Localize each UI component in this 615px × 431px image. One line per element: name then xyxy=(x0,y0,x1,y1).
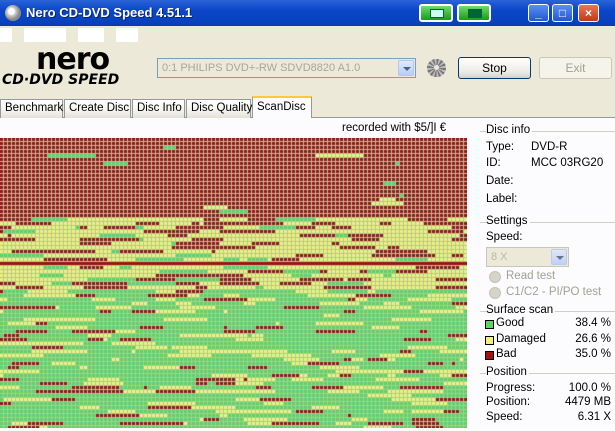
read-test-radio[interactable] xyxy=(489,271,501,283)
disc-info-title: Disc info xyxy=(486,124,533,136)
nero-logo: nero CD·DVD SPEED xyxy=(2,42,152,90)
disc-date-label: Date: xyxy=(486,175,514,187)
settings-title: Settings xyxy=(486,215,530,227)
c1c2-test-radio[interactable] xyxy=(489,287,501,299)
speed-setting-label: Speed: xyxy=(486,231,523,243)
menu-item[interactable] xyxy=(0,28,12,42)
chevron-down-icon xyxy=(403,67,411,71)
maximize-icon: □ xyxy=(558,6,567,20)
progress-label: Progress: xyxy=(486,382,536,394)
exit-button[interactable]: Exit xyxy=(539,57,612,79)
position-title: Position xyxy=(486,366,529,378)
floppy-save-icon xyxy=(468,9,482,18)
current-speed-label: Speed: xyxy=(486,411,523,423)
surface-scan-map xyxy=(0,138,467,428)
menu-item[interactable] xyxy=(24,28,66,42)
speed-dropdown-button[interactable] xyxy=(551,249,567,265)
logo-product: CD·DVD SPEED xyxy=(2,72,120,88)
bad-value: 35.0 % xyxy=(575,348,611,360)
speed-select-value: 8 X xyxy=(491,251,508,263)
tab-benchmark[interactable]: Benchmark xyxy=(0,99,63,118)
eject-button[interactable] xyxy=(424,56,450,80)
copy-icon xyxy=(430,9,444,18)
good-value: 38.4 % xyxy=(575,317,611,329)
drive-select-value: 0:1 PHILIPS DVD+-RW SDVD8820 A1.0 xyxy=(162,62,361,74)
tab-create-disc[interactable]: Create Disc xyxy=(64,99,131,118)
current-speed-value: 6.31 X xyxy=(577,411,611,423)
maximize-button[interactable]: □ xyxy=(552,4,573,22)
surface-scan-title: Surface scan xyxy=(486,304,556,316)
damaged-swatch xyxy=(485,336,494,345)
menu-item[interactable] xyxy=(116,28,138,42)
good-label: Good xyxy=(496,317,525,329)
bad-swatch xyxy=(485,351,494,360)
read-test-label: Read test xyxy=(506,270,556,282)
recorded-with-label: recorded with $5/]I € xyxy=(342,122,447,134)
disc-icon xyxy=(427,59,446,77)
disc-id-label: ID: xyxy=(486,157,501,169)
bad-label: Bad xyxy=(496,348,517,360)
app-disc-icon xyxy=(5,5,21,21)
title-bar: Nero CD-DVD Speed 4.51.1 _ □ × xyxy=(0,0,615,26)
disc-label-label: Label: xyxy=(486,193,518,205)
minimize-icon: _ xyxy=(535,6,542,20)
good-swatch xyxy=(485,320,494,329)
tab-disc-info[interactable]: Disc Info xyxy=(132,99,185,118)
close-icon: × xyxy=(584,6,592,20)
copy-screenshot-button[interactable] xyxy=(419,4,453,22)
close-button[interactable]: × xyxy=(578,4,599,22)
stop-button[interactable]: Stop xyxy=(458,57,531,79)
tab-scandisc[interactable]: ScanDisc xyxy=(252,96,312,118)
drive-select[interactable]: 0:1 PHILIPS DVD+-RW SDVD8820 A1.0 xyxy=(157,58,416,78)
position-value: 4479 MB xyxy=(564,396,611,408)
chevron-down-icon xyxy=(556,256,564,260)
disc-type-value: DVD-R xyxy=(531,141,568,153)
menu-item[interactable] xyxy=(78,28,104,42)
tab-strip: Benchmark Create Disc Disc Info Disc Qua… xyxy=(0,96,615,118)
c1c2-test-label: C1/C2 - PI/PO test xyxy=(506,286,602,298)
window-title: Nero CD-DVD Speed 4.51.1 xyxy=(26,5,193,20)
disc-id-value: MCC 03RG20 xyxy=(531,157,604,169)
speed-select[interactable]: 8 X xyxy=(486,247,569,267)
tab-disc-quality[interactable]: Disc Quality xyxy=(186,99,252,118)
damaged-label: Damaged xyxy=(496,333,546,345)
minimize-button[interactable]: _ xyxy=(528,4,549,22)
scan-grid-canvas xyxy=(0,138,467,428)
position-label: Position: xyxy=(486,396,531,408)
drive-dropdown-button[interactable] xyxy=(398,60,414,76)
progress-value: 100.0 % xyxy=(568,382,611,394)
disc-type-label: Type: xyxy=(486,141,515,153)
save-button[interactable] xyxy=(457,4,491,22)
damaged-value: 26.6 % xyxy=(575,333,611,345)
